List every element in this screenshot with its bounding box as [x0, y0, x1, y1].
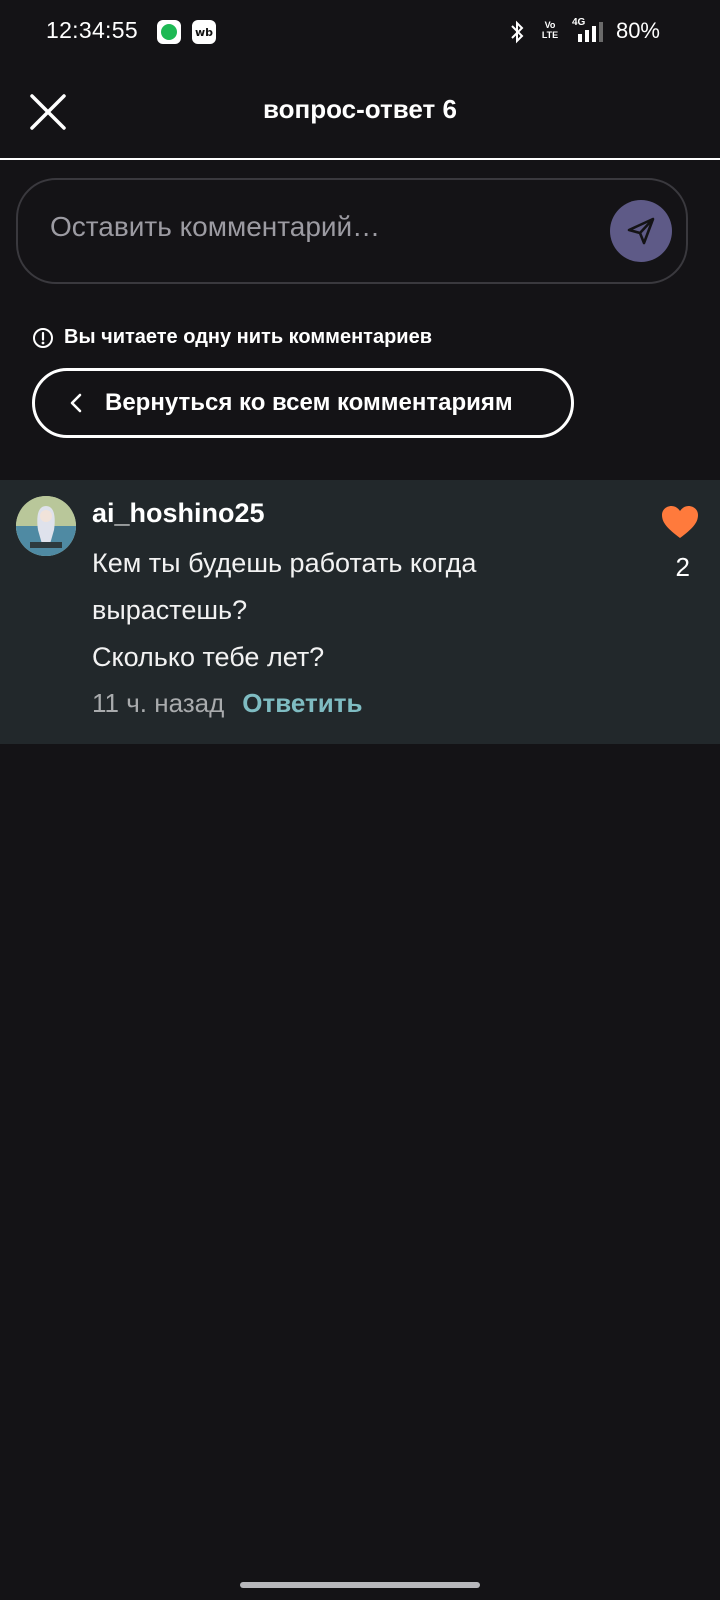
- signal-icon: [578, 22, 603, 42]
- comment-line: Сколько тебе лет?: [92, 642, 325, 672]
- wb-icon-label: wb: [194, 25, 214, 39]
- spotify-icon: [157, 20, 181, 44]
- heart-icon[interactable]: [660, 504, 700, 540]
- wb-icon: wb: [192, 20, 216, 44]
- thread-notice-text: Вы читаете одну нить комментариев: [64, 326, 433, 348]
- comment-card: ai_hoshino25 Кем ты будешь работать когд…: [0, 480, 720, 744]
- comment-username[interactable]: ai_hoshino25: [92, 498, 265, 529]
- header: вопрос-ответ 6: [0, 66, 720, 160]
- like-count: 2: [675, 552, 690, 582]
- comment-body: Кем ты будешь работать когда вырастешь? …: [92, 540, 592, 681]
- send-icon: [627, 217, 655, 245]
- avatar[interactable]: [16, 496, 76, 556]
- avatar-image: [16, 496, 76, 556]
- reply-button[interactable]: Ответить: [242, 688, 362, 719]
- status-time: 12:34:55: [46, 17, 138, 43]
- volte-icon: Vo LTE: [541, 20, 559, 40]
- chevron-left-icon: [70, 393, 82, 413]
- back-to-all-comments-label: Вернуться ко всем комментариям: [105, 389, 513, 416]
- comment-input-container: [16, 178, 688, 284]
- comment-line: Кем ты будешь работать когда вырастешь?: [92, 548, 477, 625]
- bluetooth-icon: [511, 20, 524, 44]
- page-title: вопрос-ответ 6: [263, 94, 457, 124]
- comment-meta: 11 ч. назад Ответить: [92, 688, 362, 719]
- battery-level: 80%: [615, 18, 660, 43]
- back-to-all-comments-button[interactable]: Вернуться ко всем комментариям: [32, 368, 574, 438]
- thread-notice: Вы читаете одну нить комментариев: [32, 326, 432, 349]
- gesture-bar[interactable]: [240, 1582, 480, 1588]
- send-button[interactable]: [610, 200, 672, 262]
- status-bar: 12:34:55 wb Vo LTE 4G 80%: [0, 0, 720, 66]
- comment-input[interactable]: [48, 210, 572, 244]
- info-icon: [33, 327, 53, 348]
- screen: 12:34:55 wb Vo LTE 4G 80% вопрос-ответ 6: [0, 0, 720, 1600]
- comment-timestamp: 11 ч. назад: [92, 688, 225, 718]
